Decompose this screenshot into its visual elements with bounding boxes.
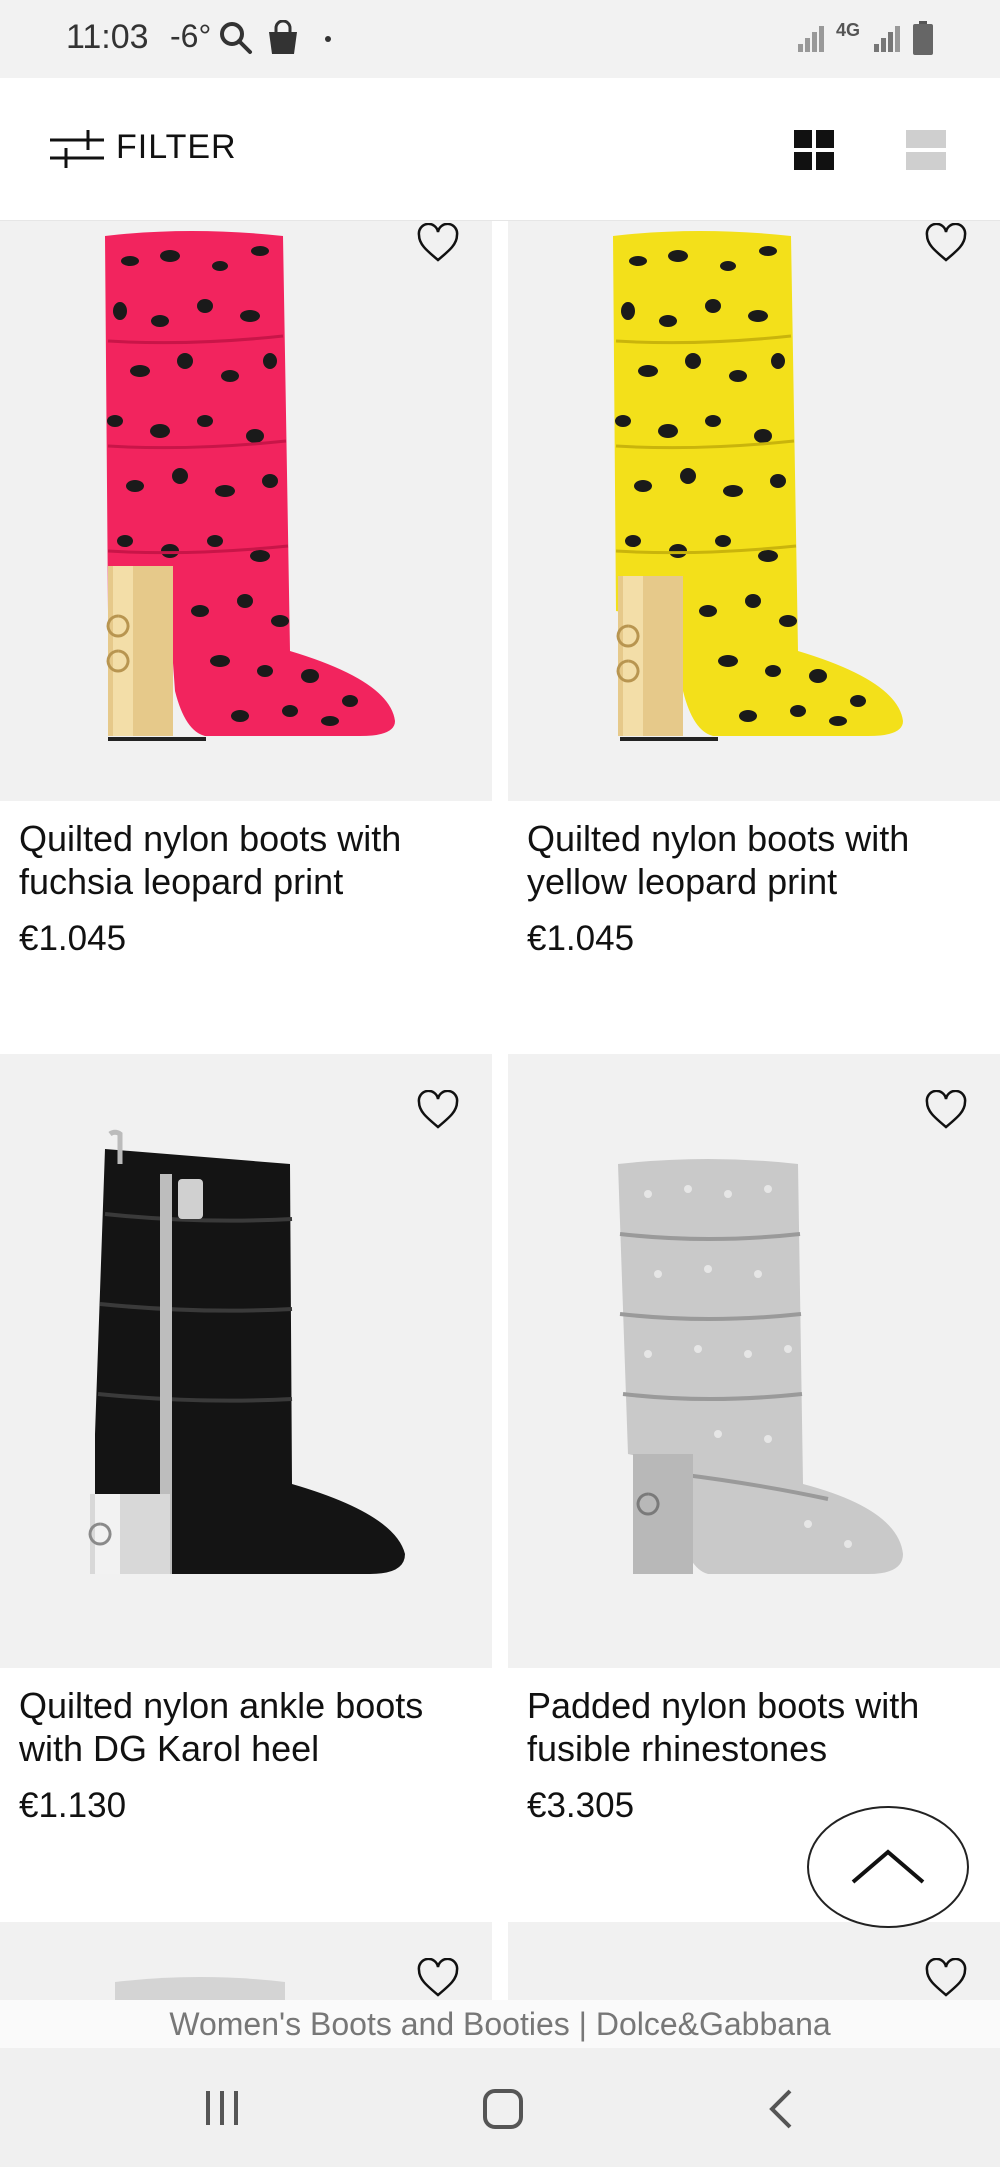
home-icon[interactable] <box>482 2088 524 2130</box>
product-card[interactable]: Padded nylon boots with fusible rhinesto… <box>508 1054 1000 1920</box>
wishlist-heart-icon[interactable] <box>924 223 968 263</box>
product-card[interactable]: Quilted nylon ankle boots with DG Karol … <box>0 1054 492 1920</box>
filter-icon[interactable] <box>48 128 106 170</box>
search-icon <box>220 22 252 54</box>
product-title[interactable]: Quilted nylon boots with yellow leopard … <box>527 817 997 903</box>
product-image[interactable] <box>508 221 1000 801</box>
product-card[interactable] <box>0 1922 492 2000</box>
product-title[interactable]: Padded nylon boots with fusible rhinesto… <box>527 1684 997 1770</box>
fuchsia-leopard-boot-image <box>105 231 395 741</box>
product-card[interactable]: Quilted nylon boots with yellow leopard … <box>508 221 1000 1051</box>
product-image[interactable] <box>0 1054 492 1668</box>
grid-view-icon[interactable] <box>794 130 834 170</box>
wishlist-heart-icon[interactable] <box>416 1090 460 1130</box>
status-temperature: -6° <box>170 18 212 54</box>
scroll-to-top-button[interactable] <box>807 1806 969 1928</box>
wishlist-heart-icon[interactable] <box>416 1958 460 1998</box>
system-nav-bar <box>0 2048 1000 2167</box>
black-quilted-boot-image <box>88 1129 405 1574</box>
status-time: 11:03 <box>66 18 149 56</box>
list-view-icon[interactable] <box>906 130 946 170</box>
battery-icon <box>913 21 933 55</box>
wishlist-heart-icon[interactable] <box>416 223 460 263</box>
product-price: €1.130 <box>19 1786 127 1825</box>
product-image[interactable] <box>0 221 492 801</box>
product-image[interactable] <box>508 1054 1000 1668</box>
recent-apps-icon[interactable] <box>202 2088 242 2128</box>
chevron-up-icon <box>851 1849 925 1884</box>
wishlist-heart-icon[interactable] <box>924 1958 968 1998</box>
yellow-leopard-boot-image <box>613 231 903 741</box>
page-title: Women's Boots and Booties | Dolce&Gabban… <box>0 2000 1000 2048</box>
product-price: €1.045 <box>19 919 127 958</box>
filter-button[interactable]: FILTER <box>116 128 237 167</box>
product-title[interactable]: Quilted nylon ankle boots with DG Karol … <box>19 1684 489 1770</box>
back-icon[interactable] <box>766 2088 796 2130</box>
filter-bar: FILTER <box>0 78 1000 221</box>
silver-rhinestone-boot-image <box>618 1159 903 1574</box>
status-bar: 11:03 -6° 4G <box>0 0 1000 78</box>
product-card[interactable] <box>508 1922 1000 2000</box>
network-type: 4G <box>836 20 861 40</box>
wishlist-heart-icon[interactable] <box>924 1090 968 1130</box>
signal-icon-2 <box>874 26 900 52</box>
notification-dot-icon <box>325 36 331 42</box>
shopping-bag-icon <box>269 20 297 54</box>
product-price: €3.305 <box>527 1786 635 1825</box>
product-price: €1.045 <box>527 919 635 958</box>
signal-icon <box>798 26 824 52</box>
product-title[interactable]: Quilted nylon boots with fuchsia leopard… <box>19 817 489 903</box>
product-card[interactable]: Quilted nylon boots with fuchsia leopard… <box>0 221 492 1051</box>
